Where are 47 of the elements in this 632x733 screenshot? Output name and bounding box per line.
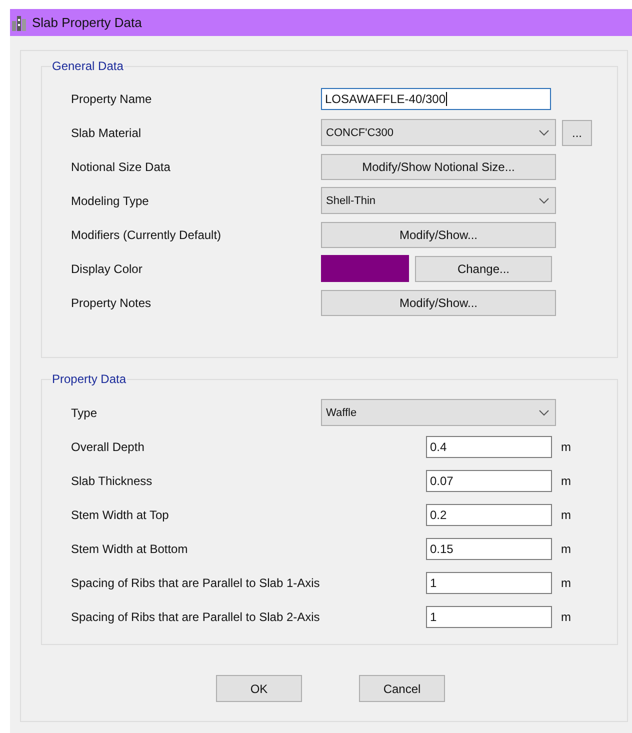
unit-label: m: [561, 576, 571, 590]
field-label: Property Notes: [71, 296, 152, 310]
field-label: Overall Depth: [71, 440, 146, 454]
text-field[interactable]: LOSAWAFFLE-40/300: [321, 88, 551, 110]
dropdown[interactable]: CONCF'C300: [321, 119, 556, 146]
window-title: Slab Property Data: [32, 15, 142, 30]
unit-label: m: [561, 542, 571, 556]
unit-label: m: [561, 440, 571, 454]
field-label: Modeling Type: [71, 194, 150, 208]
number-field[interactable]: 0.07: [426, 470, 552, 492]
field-label: Spacing of Ribs that are Parallel to Slab 2-Axis: [71, 610, 321, 624]
unit-label: m: [561, 610, 571, 624]
unit-label: m: [561, 508, 571, 522]
field-label: Display Color: [71, 262, 144, 276]
number-field[interactable]: 1: [426, 572, 552, 594]
modify-button[interactable]: Modify/Show...: [321, 290, 556, 316]
group-title: General Data: [51, 59, 124, 73]
buildings-icon: [11, 14, 27, 30]
field-label: Stem Width at Top: [71, 508, 170, 522]
dropdown[interactable]: Shell-Thin: [321, 187, 556, 214]
field-label: Slab Material: [71, 126, 142, 140]
browse-button[interactable]: ...: [562, 120, 592, 146]
number-field[interactable]: 0.2: [426, 504, 552, 526]
change-button[interactable]: Change...: [415, 256, 552, 282]
number-field[interactable]: 1: [426, 606, 552, 628]
number-field[interactable]: 0.4: [426, 436, 552, 458]
field-label: Notional Size Data: [71, 160, 172, 174]
modify-button[interactable]: Modify/Show...: [321, 222, 556, 248]
cancel-button[interactable]: Cancel: [359, 675, 445, 702]
unit-label: m: [561, 474, 571, 488]
field-label: Stem Width at Bottom: [71, 542, 189, 556]
modify-button[interactable]: Modify/Show Notional Size...: [321, 154, 556, 180]
field-label: Modifiers (Currently Default): [71, 228, 222, 242]
group-title: Property Data: [51, 372, 128, 386]
dropdown-value: Shell-Thin: [326, 194, 376, 206]
dropdown[interactable]: Waffle: [321, 399, 556, 426]
field-label: Spacing of Ribs that are Parallel to Slab 1-Axis: [71, 576, 321, 590]
dropdown-value: CONCF'C300: [326, 126, 394, 138]
field-label: Type: [71, 406, 98, 420]
field-label: Slab Thickness: [71, 474, 154, 488]
ok-button[interactable]: OK: [216, 675, 302, 702]
dropdown-value: Waffle: [326, 406, 357, 418]
chevron-icon: [539, 130, 549, 136]
number-field[interactable]: 0.15: [426, 538, 552, 560]
chevron-icon: [539, 410, 549, 416]
chevron-icon: [539, 198, 549, 204]
field-label: Property Name: [71, 92, 153, 106]
